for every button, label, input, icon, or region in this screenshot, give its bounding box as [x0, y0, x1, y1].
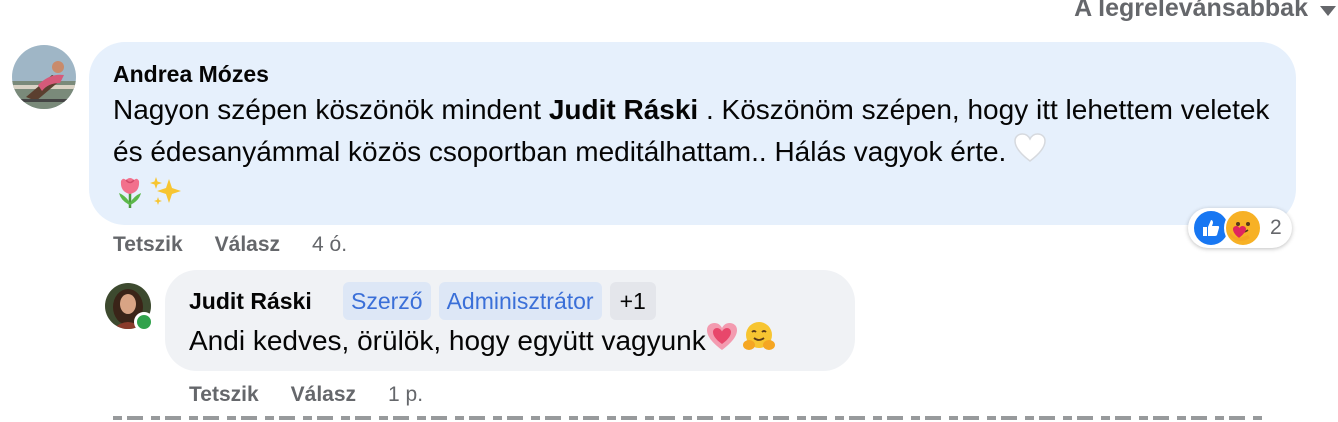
truncated-next-comment	[113, 408, 1263, 422]
like-button[interactable]: Tetszik	[189, 383, 259, 407]
reaction-count: 2	[1270, 216, 1282, 239]
sort-selector[interactable]: A legrelevánsabbak	[1074, 0, 1336, 23]
white-heart-icon	[1014, 132, 1046, 175]
comment-author[interactable]: Judit Ráski	[189, 288, 312, 315]
tulip-icon	[113, 175, 147, 221]
comment-thread: A legrelevánsabbak Andrea Mózes Nagyon s…	[0, 0, 1338, 422]
sparkles-icon	[149, 175, 183, 221]
like-button[interactable]: Tetszik	[113, 233, 183, 257]
comment-author[interactable]: Andrea Mózes	[113, 61, 269, 88]
online-status-indicator	[134, 312, 154, 332]
badge-author[interactable]: Szerző	[343, 282, 431, 320]
mention-link[interactable]: Judit Ráski	[549, 94, 698, 125]
sort-label: A legrelevánsabbak	[1074, 0, 1308, 22]
caret-down-icon	[1320, 5, 1336, 16]
badge-more[interactable]: +1	[609, 282, 656, 320]
comment-timestamp[interactable]: 1 p.	[388, 383, 423, 407]
sparkling-heart-icon	[706, 322, 738, 364]
hugging-face-icon	[742, 321, 776, 365]
comment-timestamp[interactable]: 4 ó.	[312, 233, 347, 257]
care-icon	[1224, 209, 1262, 247]
comment-text-before: Nagyon szépen köszönök mindent	[113, 94, 549, 125]
comment-actions: Tetszik Válasz 1 p.	[189, 383, 423, 407]
comment-actions: Tetszik Válasz 4 ó.	[113, 233, 347, 257]
comment-text: Andi kedves, örülök, hogy együtt vagyunk	[189, 320, 776, 365]
comment-text-body: Andi kedves, örülök, hogy együtt vagyunk	[189, 325, 706, 356]
badge-admin[interactable]: Adminisztrátor	[438, 282, 602, 320]
reply-button[interactable]: Válasz	[291, 383, 356, 407]
author-badges: Szerző Adminisztrátor +1	[343, 282, 656, 320]
reactions-summary[interactable]: 2	[1188, 208, 1292, 248]
reply-button[interactable]: Válasz	[215, 233, 280, 257]
comment-text: Nagyon szépen köszönök mindent Judit Rás…	[113, 89, 1283, 221]
avatar[interactable]	[12, 45, 76, 109]
